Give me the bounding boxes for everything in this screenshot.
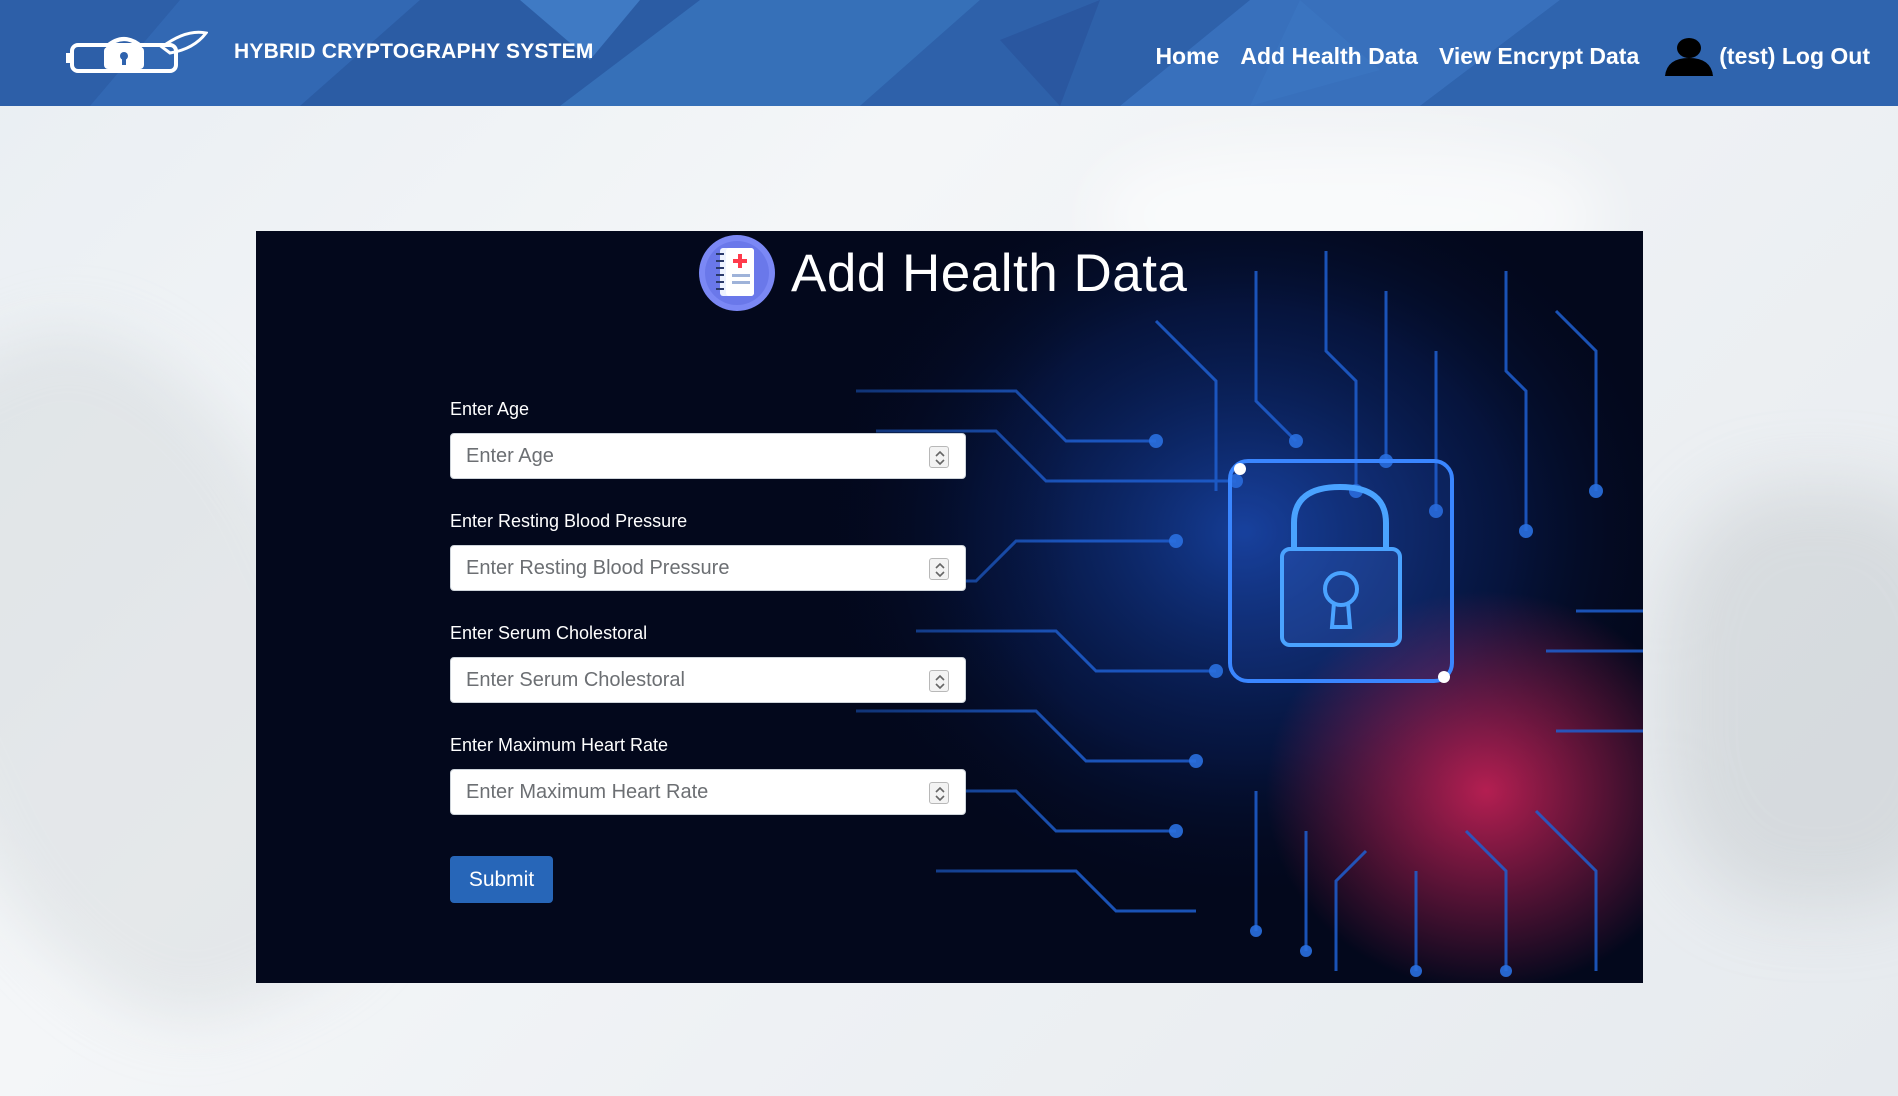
maximum-heart-rate-spinner-icon[interactable] <box>929 782 949 804</box>
brand-logo-icon <box>66 30 208 73</box>
health-data-form: Enter Age Enter Resting Blood Pressure E… <box>450 399 966 847</box>
nav-home[interactable]: Home <box>1155 43 1219 70</box>
brand-title[interactable]: HYBRID CRYPTOGRAPHY SYSTEM <box>234 40 594 64</box>
health-record-icon <box>699 235 775 311</box>
padlock-illustration-icon <box>1228 459 1454 683</box>
serum-cholestoral-field-box <box>450 657 966 703</box>
add-health-data-panel: Add Health Data Enter Age Enter Resting … <box>256 231 1643 983</box>
age-label: Enter Age <box>450 399 530 419</box>
nav-links: Home Add Health Data View Encrypt Data (… <box>1134 36 1870 76</box>
maximum-heart-rate-field-box <box>450 769 966 815</box>
age-spinner-icon[interactable] <box>929 446 949 468</box>
serum-cholestoral-input[interactable] <box>451 658 921 702</box>
top-navbar: HYBRID CRYPTOGRAPHY SYSTEM Home Add Heal… <box>0 0 1898 106</box>
age-input[interactable] <box>451 434 921 478</box>
resting-blood-pressure-input[interactable] <box>451 546 921 590</box>
user-icon[interactable] <box>1663 36 1715 76</box>
logout-link[interactable]: (test) Log Out <box>1719 43 1870 70</box>
resting-blood-pressure-spinner-icon[interactable] <box>929 558 949 580</box>
submit-button[interactable]: Submit <box>450 856 553 903</box>
serum-cholestoral-spinner-icon[interactable] <box>929 670 949 692</box>
resting-blood-pressure-field-box <box>450 545 966 591</box>
panel-header: Add Health Data <box>698 234 1187 312</box>
nav-add-health-data[interactable]: Add Health Data <box>1240 43 1418 70</box>
nav-view-encrypt-data[interactable]: View Encrypt Data <box>1439 43 1639 70</box>
page-title: Add Health Data <box>791 243 1188 303</box>
age-field-box <box>450 433 966 479</box>
maximum-heart-rate-label: Enter Maximum Heart Rate <box>450 735 669 755</box>
maximum-heart-rate-input[interactable] <box>451 770 921 814</box>
resting-blood-pressure-label: Enter Resting Blood Pressure <box>450 511 688 531</box>
serum-cholestoral-label: Enter Serum Cholestoral <box>450 623 648 643</box>
